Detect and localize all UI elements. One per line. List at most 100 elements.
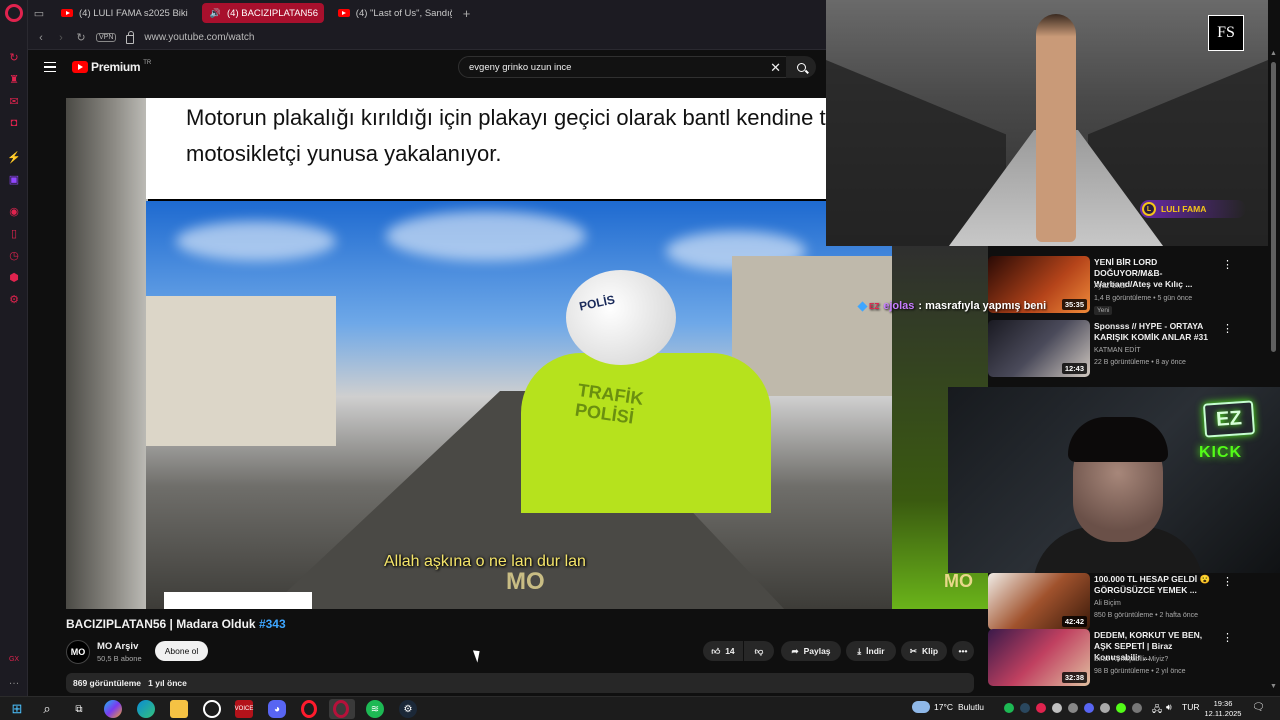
kick-sidebar-icon[interactable]: ⚡	[7, 150, 21, 164]
suggestion-thumbnail[interactable]: 32:38	[988, 629, 1090, 686]
suggestion-item[interactable]: 12:43 Sponsss // HYPE - ORTAYA KARIŞIK K…	[988, 320, 1233, 378]
suggestion-meta: 98 B görüntüleme • 2 yıl önce	[1094, 668, 1186, 675]
suggestion-thumbnail[interactable]: 42:42	[988, 573, 1090, 630]
nvidia-tray-icon[interactable]	[1116, 703, 1126, 713]
download-button[interactable]: ⤓ İndir	[846, 641, 896, 661]
suggestion-item[interactable]: 32:38 DEDEM, KORKUT VE BEN, AŞK SEPETİ |…	[988, 629, 1233, 687]
suggestion-channel[interactable]: Ali Biçim	[1094, 600, 1121, 607]
discord-icon[interactable]: ◕	[268, 700, 286, 718]
suggestion-channel[interactable]: Biraz Konuşabilir Miyiz?	[1094, 656, 1168, 663]
gx-icon[interactable]: GX	[7, 652, 21, 666]
ez-neon-sign: EZ	[1202, 400, 1256, 438]
copilot-icon[interactable]	[104, 700, 122, 718]
windows-start-icon[interactable]: ⊞	[8, 700, 26, 718]
weather-text[interactable]: Bulutlu	[958, 702, 984, 712]
search-input[interactable]: evgeny grinko uzun ince ✕	[458, 56, 788, 78]
more-actions-button[interactable]: •••	[952, 641, 974, 661]
suggestion-channel[interactable]: Ayaz Ünal	[1094, 283, 1126, 290]
search-button[interactable]	[786, 56, 816, 78]
forward-icon[interactable]: ›	[56, 32, 66, 44]
refresh-icon[interactable]: ↻	[7, 50, 21, 64]
clip-button[interactable]: ✂ Klip	[901, 641, 947, 661]
duration-badge: 35:35	[1061, 299, 1087, 310]
scroll-down-icon[interactable]: ▼	[1270, 683, 1277, 690]
voicemeeter-icon[interactable]: VOICE	[235, 700, 253, 718]
url-field[interactable]: www.youtube.com/watch	[144, 32, 254, 43]
tray-app-icon[interactable]	[1068, 703, 1078, 713]
steam-tray-icon[interactable]	[1020, 703, 1030, 713]
more-vertical-icon[interactable]: ⋮	[1222, 631, 1233, 644]
share-button[interactable]: ➦ Paylaş	[781, 641, 841, 661]
more-vertical-icon[interactable]: ⋮	[1222, 322, 1233, 335]
spotify-tray-icon[interactable]	[1004, 703, 1014, 713]
chat-badges: EZ	[857, 300, 879, 312]
player-icon[interactable]: ◉	[7, 204, 21, 218]
discord-tray-icon[interactable]	[1084, 703, 1094, 713]
suggestion-thumbnail[interactable]: 12:43	[988, 320, 1090, 377]
task-view-icon[interactable]: ⧉	[70, 700, 88, 718]
tab-luli-fama[interactable]: (4) LULI FAMA s2025 Biki	[53, 3, 196, 23]
tray-app-icon[interactable]	[1100, 703, 1110, 713]
scroll-thumb[interactable]	[1271, 62, 1276, 352]
opera-logo-icon[interactable]	[5, 4, 23, 22]
subscribe-button[interactable]: Abone ol	[155, 641, 208, 661]
spotify-icon[interactable]: ≋	[366, 700, 384, 718]
tray-app-icon[interactable]	[1052, 703, 1062, 713]
tray-chevron-icon[interactable]	[1132, 703, 1142, 713]
aria-icon[interactable]: ♜	[7, 72, 21, 86]
opera-gx-taskbar-icon[interactable]	[333, 700, 349, 718]
menu-icon[interactable]	[44, 62, 56, 72]
opera-tray-icon[interactable]	[1036, 703, 1046, 713]
tab-label: (4) BACIZIPLATAN56	[227, 7, 318, 19]
more-vertical-icon[interactable]: ⋮	[1222, 258, 1233, 271]
weather-temp[interactable]: 17°C	[934, 702, 953, 712]
volume-icon[interactable]: 🔊︎	[1166, 702, 1172, 713]
video-player[interactable]: Motorun plakalığı kırıldığı için plakayı…	[66, 98, 892, 609]
scroll-up-icon[interactable]: ▲	[1270, 50, 1277, 57]
speaker-icon[interactable]: 🔊	[210, 8, 221, 19]
tab-baciziplatan[interactable]: 🔊 (4) BACIZIPLATAN56	[201, 3, 324, 23]
suggestion-channel[interactable]: KATMAN EDİT	[1094, 347, 1141, 354]
more-icon[interactable]: …	[7, 674, 21, 688]
video-white-bar	[164, 592, 312, 609]
channel-avatar[interactable]: MO	[66, 640, 90, 664]
channel-name[interactable]: MO Arşiv	[97, 641, 138, 652]
file-explorer-icon[interactable]	[170, 700, 188, 718]
instagram-icon[interactable]: ◘	[7, 116, 21, 130]
suggestion-item[interactable]: 42:42 100.000 TL HESAP GELDİ 😮 GÖRGÜSÜZC…	[988, 573, 1233, 631]
clock[interactable]: 19:36 12.11.2025	[1203, 699, 1243, 719]
suggestion-title[interactable]: 100.000 TL HESAP GELDİ 😮 GÖRGÜSÜZCE YEME…	[1094, 574, 1218, 596]
edge-icon[interactable]	[137, 700, 155, 718]
steam-icon[interactable]: ⚙	[399, 700, 417, 718]
opera-taskbar-icon[interactable]	[301, 700, 317, 718]
like-button[interactable]: 👍︎ 14	[703, 641, 743, 661]
history-icon[interactable]: ◷	[7, 248, 21, 262]
dislike-button[interactable]: 👎︎	[744, 641, 774, 661]
lock-icon[interactable]	[126, 30, 135, 44]
new-tab-button[interactable]: +	[455, 6, 479, 21]
youtube-premium-logo[interactable]: Premium TR	[72, 60, 151, 74]
clear-search-icon[interactable]: ✕	[770, 60, 781, 76]
obs-icon[interactable]	[203, 700, 221, 718]
weather-cloud-icon[interactable]	[912, 701, 930, 713]
search-taskbar-icon[interactable]: ⌕	[38, 700, 56, 718]
description-box[interactable]: 869 görüntüleme 1 yıl önce	[66, 673, 974, 693]
language-indicator[interactable]: TUR	[1182, 702, 1199, 712]
twitch-icon[interactable]: ▣	[7, 172, 21, 186]
messenger-icon[interactable]: ✉	[7, 94, 21, 108]
notification-icon[interactable]: 🗨︎	[1252, 702, 1265, 713]
settings-icon[interactable]: ⚙	[7, 292, 21, 306]
back-icon[interactable]: ‹	[36, 32, 46, 44]
suggestion-title[interactable]: Sponsss // HYPE - ORTAYA KARIŞIK KOMİK A…	[1094, 321, 1218, 343]
more-vertical-icon[interactable]: ⋮	[1222, 575, 1233, 588]
reload-icon[interactable]: ↻	[76, 31, 86, 44]
tab-last-of-us[interactable]: (4) "Last of Us", Sandığım	[330, 3, 452, 23]
page-scrollbar[interactable]: ▲ ▼	[1270, 50, 1278, 690]
vpn-badge[interactable]: VPN	[96, 33, 117, 42]
clip-label: Klip	[922, 646, 939, 656]
extensions-icon[interactable]: ⬢	[7, 270, 21, 284]
hashtag-link[interactable]: #343	[259, 617, 286, 631]
bookmarks-icon[interactable]: ▯	[7, 226, 21, 240]
tab-islands-icon[interactable]: ▭	[28, 0, 50, 26]
network-icon[interactable]: 🖧︎	[1152, 702, 1162, 718]
